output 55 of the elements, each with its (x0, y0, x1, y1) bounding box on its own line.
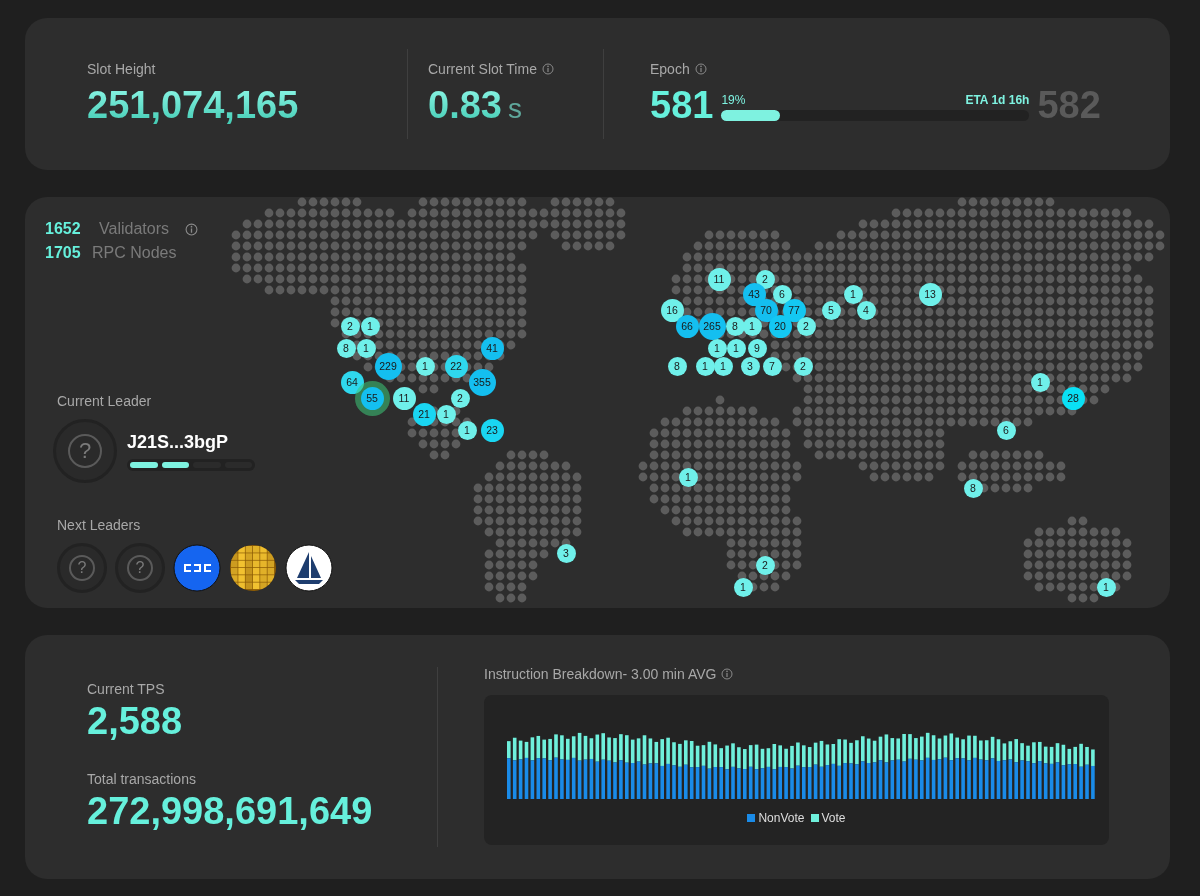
node-count-marker[interactable]: 55 (360, 386, 384, 410)
node-count-marker[interactable]: 1 (713, 356, 733, 376)
unknown-leader-avatar: ? (53, 419, 117, 483)
node-count-marker[interactable]: 8 (725, 316, 745, 336)
leader-logo-icon (229, 544, 277, 592)
node-count-marker[interactable]: 21 (412, 402, 436, 426)
stat-label: Current Slot Time (428, 61, 537, 78)
node-count-marker[interactable]: 1 (360, 316, 380, 336)
unknown-leader-avatar: ? (57, 543, 107, 593)
node-count-marker[interactable]: 265 (698, 312, 726, 340)
stat-label: Total transactions (87, 771, 197, 787)
rpc-node-count: 1705 (45, 244, 82, 262)
legend-label: Vote (821, 811, 846, 825)
node-count-marker[interactable]: 3 (740, 356, 760, 376)
epoch-value: 581 (650, 85, 714, 127)
node-count-marker[interactable]: 3 (556, 543, 576, 563)
node-count-marker[interactable]: 16 (660, 298, 684, 322)
leader-address: J21S...3bgP (127, 431, 230, 453)
leader-logo-icon (173, 544, 221, 592)
validator-count: 1652 (45, 220, 82, 238)
info-icon[interactable] (694, 63, 707, 76)
info-icon[interactable] (541, 63, 554, 76)
node-count-marker[interactable]: 8 (667, 356, 687, 376)
stat-label: Current TPS (87, 681, 166, 698)
node-count-marker[interactable]: 64 (340, 370, 364, 394)
stat-label: Slot Height (87, 61, 157, 78)
validators-label: Validators (99, 220, 169, 238)
section-label: Next Leaders (57, 517, 141, 533)
node-count-marker[interactable]: 2 (340, 316, 360, 336)
node-count-marker[interactable]: 11 (392, 386, 416, 410)
node-count-marker[interactable]: 8 (336, 338, 356, 358)
info-icon[interactable] (184, 222, 198, 236)
epoch-eta: ETA 1d 16h (965, 93, 1030, 107)
node-count-marker[interactable]: 8 (963, 478, 983, 498)
stat-label: Epoch (650, 61, 690, 78)
node-count-marker[interactable]: 1 (726, 338, 746, 358)
chart-title: Instruction Breakdown- 3.00 min AVG (484, 666, 717, 682)
info-icon[interactable] (721, 668, 734, 680)
rpc-nodes-label: RPC Nodes (92, 244, 177, 262)
unit-label: s (507, 93, 522, 126)
unknown-leader-avatar: ? (115, 543, 165, 593)
node-count-marker[interactable]: 1 (707, 338, 727, 358)
node-count-marker[interactable]: 7 (762, 356, 782, 376)
node-count-marker[interactable]: 1 (733, 577, 753, 597)
epoch-percent: 19% (721, 93, 746, 107)
node-count-marker[interactable]: 23 (480, 418, 504, 442)
tps-value: 2,588 (87, 701, 184, 743)
legend-label: NonVote (758, 811, 805, 825)
total-transactions-value: 272,998,691,649 (87, 791, 374, 833)
sailboat-icon (285, 544, 333, 592)
node-count-marker[interactable]: 2 (450, 388, 470, 408)
node-count-marker[interactable]: 9 (747, 338, 767, 358)
node-count-marker[interactable]: 1 (695, 356, 715, 376)
node-count-marker[interactable]: 355 (468, 368, 496, 396)
section-label: Current Leader (57, 393, 152, 409)
